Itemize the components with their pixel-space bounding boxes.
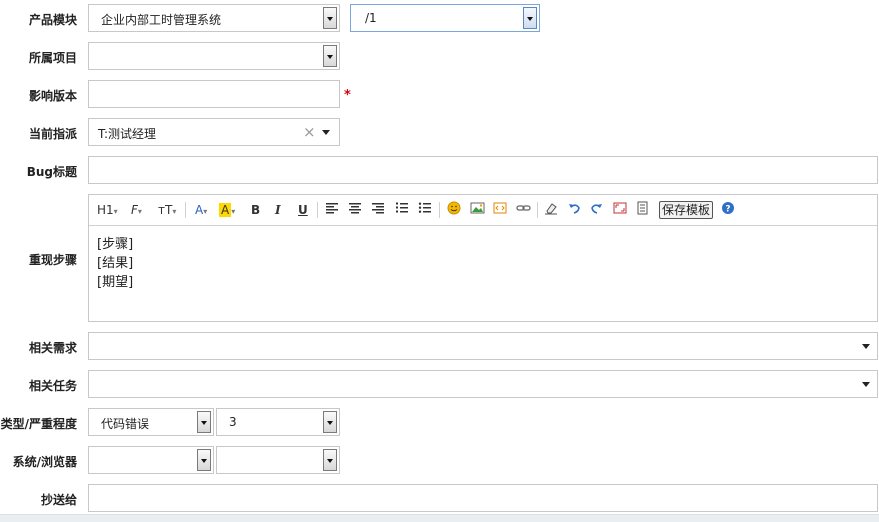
editor-toolbar: H1▾ F▾ тT▾ A▾ A ▾ B I U 保存模板 ?: [89, 195, 877, 226]
caret-icon: ▾: [172, 207, 177, 216]
toolbar-divider: [185, 202, 186, 218]
underline-button[interactable]: U: [298, 201, 308, 219]
steps-line: [步骤]: [97, 237, 134, 252]
link-icon[interactable]: [516, 201, 531, 219]
redo-icon[interactable]: [590, 201, 604, 219]
font-size-label: тT: [158, 203, 173, 217]
product-module-label: 产品模块: [28, 13, 77, 27]
assigned-to-select[interactable]: T:测试经理 ×: [88, 118, 340, 146]
related-task-label: 相关任务: [28, 379, 77, 393]
assigned-to-value: T:测试经理: [98, 127, 157, 141]
chevron-down-icon[interactable]: [197, 411, 211, 433]
bug-title-label: Bug标题: [26, 165, 77, 179]
italic-button[interactable]: I: [275, 201, 281, 219]
related-story-select[interactable]: [88, 332, 878, 360]
cc-label: 抄送给: [40, 493, 77, 507]
module-select[interactable]: /1: [350, 4, 540, 32]
eraser-icon[interactable]: [544, 201, 558, 219]
result-line: [结果]: [97, 256, 134, 271]
align-left-icon[interactable]: [325, 201, 339, 219]
font-color-label: A: [195, 203, 204, 217]
chevron-down-icon[interactable]: [323, 7, 337, 29]
affected-version-input[interactable]: [88, 80, 340, 108]
font-size-button[interactable]: тT▾: [158, 201, 176, 219]
os-browser-label: 系统/浏览器: [12, 455, 77, 469]
steps-label: 重现步骤: [28, 253, 77, 267]
caret-icon: ▾: [137, 207, 142, 216]
toolbar-divider: [317, 202, 318, 218]
steps-content[interactable]: [步骤] [结果] [期望]: [97, 235, 133, 292]
chevron-down-icon[interactable]: [197, 449, 211, 471]
chevron-down-icon[interactable]: [323, 45, 337, 67]
browser-select[interactable]: [216, 446, 340, 474]
related-task-select[interactable]: [88, 370, 878, 398]
undo-icon[interactable]: [567, 201, 581, 219]
unordered-list-icon[interactable]: [418, 201, 432, 219]
save-template-button[interactable]: 保存模板: [659, 201, 714, 219]
severity-select[interactable]: 3: [216, 408, 340, 436]
required-marker: *: [344, 88, 351, 103]
highlight-button[interactable]: A ▾: [219, 201, 235, 219]
caret-icon: ▾: [231, 207, 236, 216]
chevron-down-icon[interactable]: [862, 344, 870, 349]
align-center-icon[interactable]: [348, 201, 362, 219]
image-icon[interactable]: [470, 201, 485, 219]
type-select[interactable]: 代码错误: [88, 408, 214, 436]
fullscreen-icon[interactable]: [613, 201, 627, 219]
module-select-value: /1: [365, 11, 377, 25]
product-select-value: 企业内部工时管理系统: [101, 13, 222, 27]
caret-icon: ▾: [203, 207, 208, 216]
toolbar-divider: [439, 202, 440, 218]
ordered-list-icon[interactable]: [395, 201, 409, 219]
project-label: 所属项目: [28, 51, 77, 65]
chevron-down-icon[interactable]: [323, 411, 337, 433]
related-story-label: 相关需求: [28, 341, 77, 355]
product-select[interactable]: 企业内部工时管理系统: [88, 4, 340, 32]
highlight-label: A: [219, 203, 232, 217]
bug-title-input[interactable]: [88, 156, 878, 184]
chevron-down-icon[interactable]: [323, 449, 337, 471]
expect-line: [期望]: [97, 275, 134, 290]
code-icon[interactable]: [493, 201, 507, 219]
severity-select-value: 3: [229, 415, 237, 429]
align-right-icon[interactable]: [371, 201, 385, 219]
steps-editor[interactable]: H1▾ F▾ тT▾ A▾ A ▾ B I U 保存模板 ? [步骤] [结果]…: [88, 194, 878, 322]
bold-button[interactable]: B: [251, 201, 260, 219]
svg-text:?: ?: [725, 205, 730, 215]
heading-button[interactable]: H1▾: [97, 201, 118, 219]
font-color-button[interactable]: A▾: [195, 201, 207, 219]
os-select[interactable]: [88, 446, 214, 474]
type-severity-label: 类型/严重程度: [0, 417, 77, 431]
source-icon[interactable]: [636, 201, 649, 219]
chevron-down-icon[interactable]: [862, 382, 870, 387]
project-select[interactable]: [88, 42, 340, 70]
cc-input[interactable]: [88, 484, 878, 512]
affected-version-label: 影响版本: [28, 89, 77, 103]
help-icon[interactable]: ?: [721, 201, 735, 219]
toolbar-divider: [537, 202, 538, 218]
chevron-down-icon[interactable]: [322, 130, 330, 135]
caret-icon: ▾: [113, 207, 118, 216]
chevron-down-icon[interactable]: [523, 7, 537, 29]
type-select-value: 代码错误: [101, 417, 150, 431]
emoji-icon[interactable]: [447, 201, 461, 219]
font-family-button[interactable]: F▾: [131, 201, 142, 219]
assigned-to-label: 当前指派: [28, 127, 77, 141]
heading-label: H1: [97, 203, 114, 217]
font-label: F: [131, 203, 138, 217]
clear-icon[interactable]: ×: [303, 123, 316, 141]
